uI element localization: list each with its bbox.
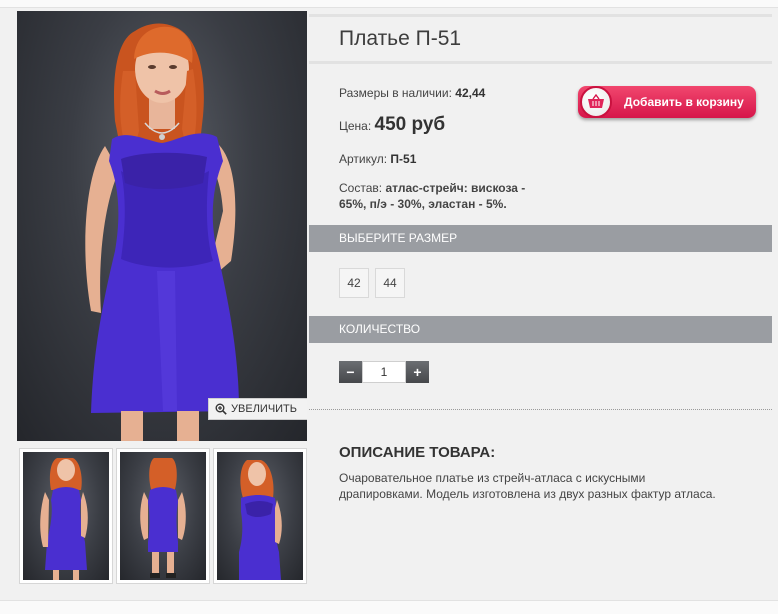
article-label: Артикул:: [339, 152, 388, 166]
thumbnail-side[interactable]: [214, 449, 306, 583]
dress-model-illustration: [85, 23, 239, 441]
product-title: Платье П-51: [339, 27, 462, 50]
magnifier-plus-icon: [215, 403, 227, 415]
size-option-44[interactable]: 44: [375, 268, 405, 298]
size-section-header: ВЫБЕРИТЕ РАЗМЕР: [309, 225, 772, 252]
thumbnail-front[interactable]: [20, 449, 112, 583]
description-heading: ОПИСАНИЕ ТОВАРА:: [339, 444, 496, 461]
basket-icon: [588, 94, 604, 108]
add-to-cart-button[interactable]: Добавить в корзину: [578, 86, 756, 118]
divider: [309, 409, 772, 410]
price-label: Цена:: [339, 119, 372, 133]
basket-icon-circle: [580, 86, 612, 118]
thumbnail-front-image: [40, 458, 88, 580]
quantity-input[interactable]: [362, 361, 406, 383]
main-product-photo[interactable]: УВЕЛИЧИТЬ: [17, 11, 307, 441]
title-band: Платье П-51: [309, 14, 772, 64]
price-value: 450 руб: [374, 114, 446, 135]
thumbnail-back-image: [140, 458, 186, 578]
sizes-value: 42,44: [455, 86, 486, 100]
sizes-available: Размеры в наличии: 42,44: [339, 86, 485, 100]
composition: Состав: атлас-стрейч: вискоза - 65%, п/э…: [339, 180, 554, 212]
quantity-section-header: КОЛИЧЕСТВО: [309, 316, 772, 343]
zoom-label: УВЕЛИЧИТЬ: [231, 403, 297, 415]
quantity-plus-button[interactable]: +: [406, 361, 429, 383]
sizes-label: Размеры в наличии:: [339, 86, 452, 100]
size-option-42[interactable]: 42: [339, 268, 369, 298]
thumbnail-back[interactable]: [117, 449, 209, 583]
thumbnail-side-image: [239, 460, 282, 580]
add-to-cart-label: Добавить в корзину: [624, 95, 744, 109]
composition-label: Состав:: [339, 181, 383, 195]
article-value: П-51: [390, 152, 417, 166]
price: Цена: 450 руб: [339, 114, 445, 136]
description-text: Очаровательное платье из стрейч-атласа с…: [339, 471, 716, 501]
zoom-button[interactable]: УВЕЛИЧИТЬ: [208, 398, 307, 420]
quantity-minus-button[interactable]: −: [339, 361, 362, 383]
page-top-border: [0, 0, 778, 8]
page-bottom-border: [0, 600, 778, 614]
article: Артикул: П-51: [339, 152, 416, 166]
